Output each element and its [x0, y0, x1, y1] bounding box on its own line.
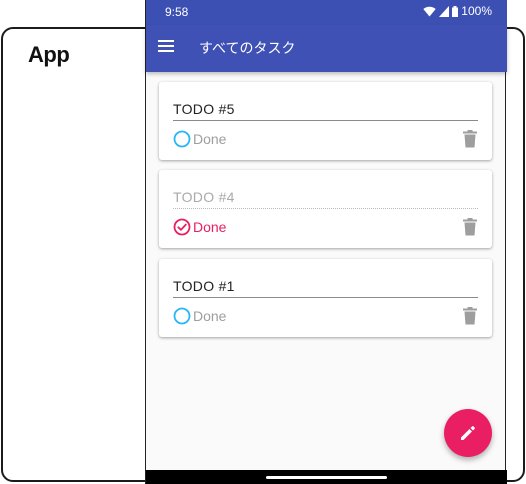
navigation-bar [146, 470, 507, 484]
status-time: 9:58 [165, 5, 189, 19]
status-icons: 100% [423, 4, 492, 18]
todo-text-input[interactable] [173, 274, 478, 298]
todo-card: Done [159, 259, 492, 337]
unchecked-circle-icon [173, 130, 191, 148]
battery-percent: 100% [461, 4, 492, 18]
done-label: Done [193, 131, 227, 147]
trash-icon[interactable] [462, 307, 478, 325]
page-title: すべてのタスク [199, 41, 296, 57]
unchecked-circle-icon [173, 307, 191, 325]
done-toggle[interactable]: Done [173, 130, 226, 148]
todo-text-input[interactable] [173, 97, 478, 121]
hamburger-menu-icon[interactable] [158, 39, 176, 55]
checked-circle-icon [173, 218, 191, 236]
done-label: Done [193, 219, 227, 235]
wifi-icon [423, 6, 436, 17]
edit-fab-button[interactable] [444, 409, 492, 457]
app-bar: すべてのタスク [146, 25, 507, 72]
pencil-icon [461, 426, 475, 440]
todo-card: Done [159, 170, 492, 248]
phone-screen: 9:58 100% すべてのタスク TODO #5 Done TODO #4 D… [145, 0, 507, 484]
todo-text-input[interactable] [173, 185, 478, 209]
done-toggle[interactable]: Done [173, 218, 226, 236]
trash-icon[interactable] [462, 218, 478, 236]
done-label: Done [193, 308, 227, 324]
home-handle[interactable] [266, 476, 387, 479]
todo-card: Done [159, 82, 492, 160]
signal-icon [439, 5, 450, 17]
done-toggle[interactable]: Done [173, 307, 226, 325]
app-label: App [28, 42, 70, 67]
battery-icon [452, 5, 459, 17]
status-bar: 9:58 100% [146, 0, 507, 25]
trash-icon[interactable] [462, 130, 478, 148]
